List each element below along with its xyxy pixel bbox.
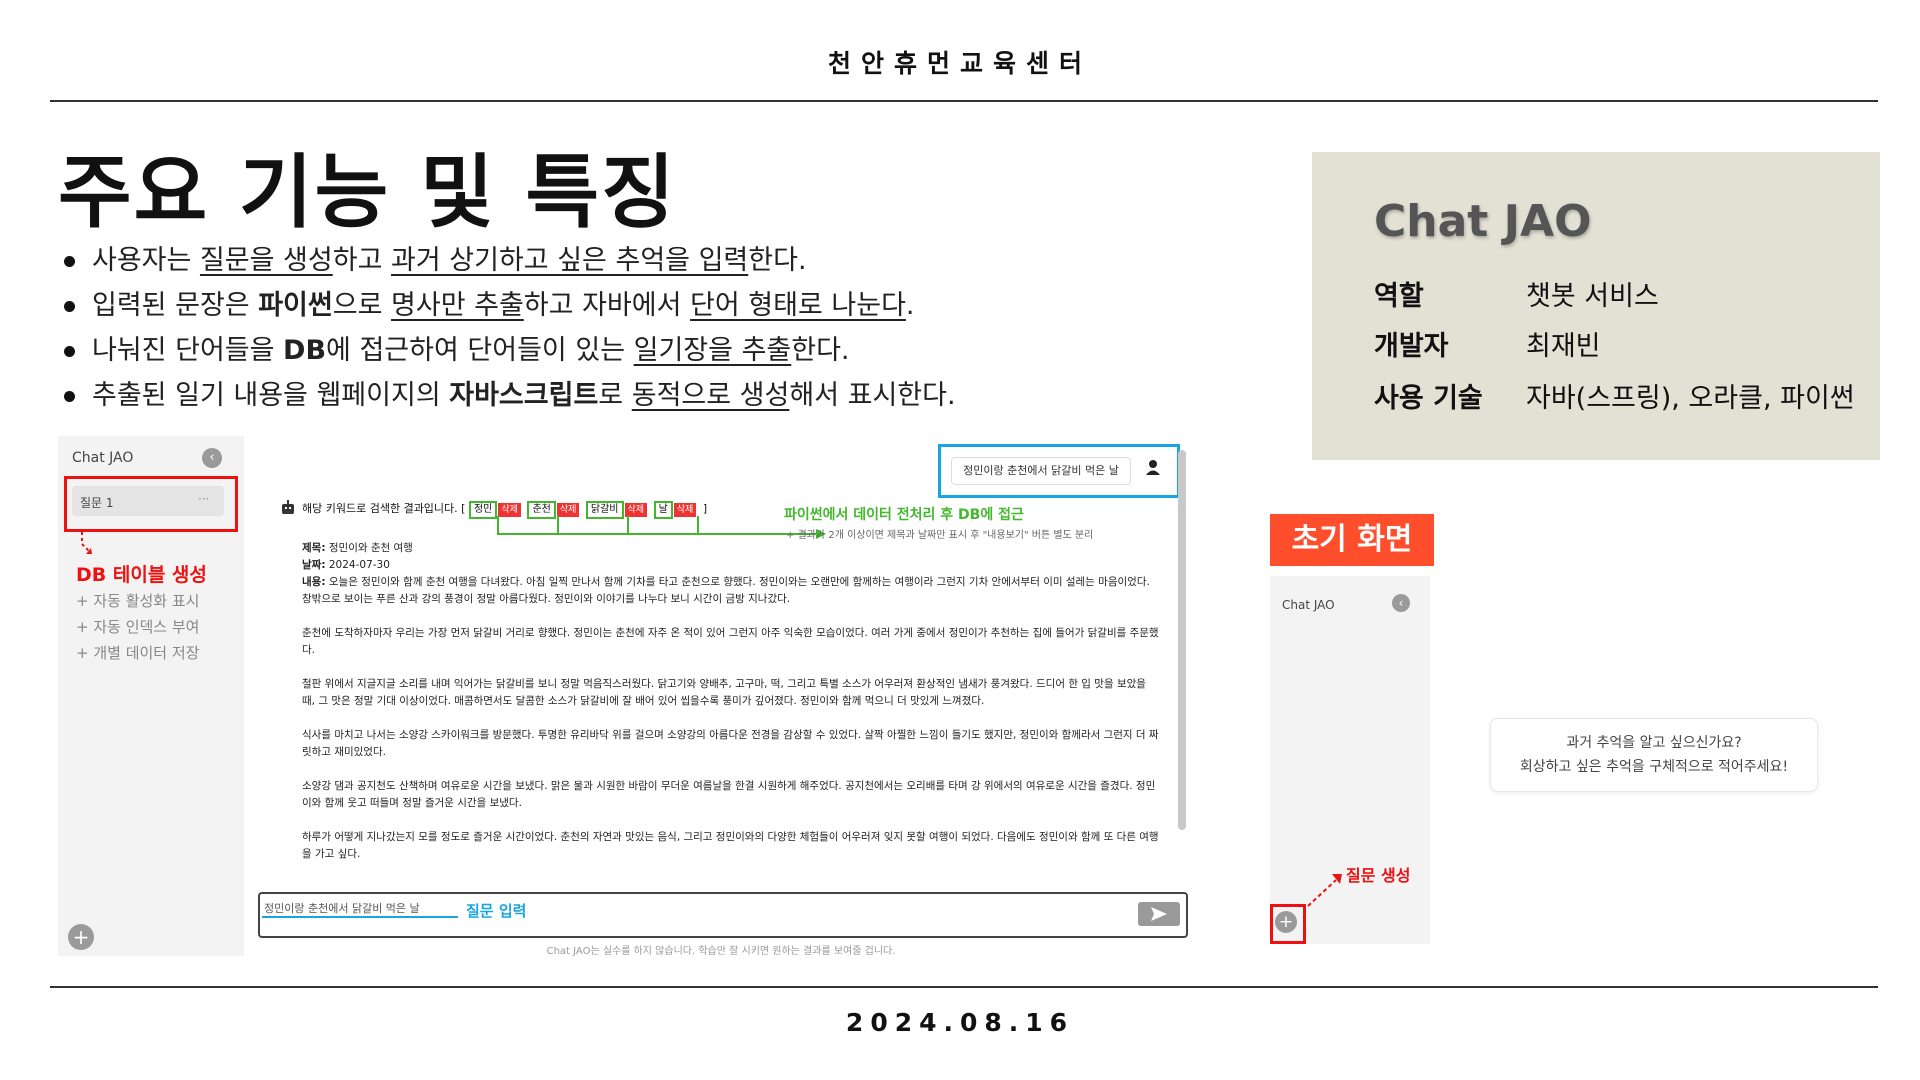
user-message: 정민이랑 춘천에서 닭갈비 먹은 날 [951, 457, 1131, 485]
info-row-tech: 사용 기술 자바(스프링), 오라클, 파이썬 [1374, 383, 1855, 414]
feature-list: 사용자는 질문을 생성하고 과거 상기하고 싶은 추억을 입력한다. 입력된 문… [62, 238, 956, 418]
send-icon [1151, 907, 1167, 921]
sidebar-title: Chat JAO [1282, 598, 1335, 612]
info-title: Chat JAO [1374, 196, 1592, 247]
python-annotation-note: + 결과가 2개 이상이면 제목과 날짜만 표시 후 "내용보기" 버튼 별도 … [786, 530, 1094, 541]
bullet-item: 사용자는 질문을 생성하고 과거 상기하고 싶은 추억을 입력한다. [62, 238, 956, 283]
chevron-left-icon[interactable]: ‹ [1392, 594, 1410, 612]
user-icon [1146, 460, 1160, 475]
bottom-divider [50, 986, 1878, 988]
input-highlight [262, 916, 458, 918]
more-icon: ··· [198, 492, 210, 506]
initial-sidebar: Chat JAO ‹ 질문 생성 + [1270, 576, 1430, 944]
plus-icon[interactable]: + [68, 924, 94, 950]
initial-screen-label: 초기 화면 [1270, 514, 1434, 566]
plus-icon[interactable]: + [1275, 911, 1297, 933]
chat-input-box[interactable]: 정민이랑 춘천에서 닭갈비 먹은 날 질문 입력 [258, 892, 1188, 938]
sidebar-question-item[interactable]: 질문 1 ··· [72, 486, 224, 516]
info-row-developer: 개발자 최재빈 [1374, 331, 1601, 362]
greeting-card: 과거 추억을 알고 싶으신가요? 회상하고 싶은 추억을 구체적으로 적어주세요… [1490, 718, 1818, 792]
chat-input-field[interactable]: 정민이랑 춘천에서 닭갈비 먹은 날 [264, 900, 420, 916]
python-annotation: 파이썬에서 데이터 전처리 후 DB에 접근 [784, 507, 1024, 523]
delete-keyword-button[interactable]: 삭제 [624, 503, 648, 517]
org-header: 천안휴먼교육센터 [827, 49, 1092, 78]
presentation-date: 2024.08.16 [845, 1008, 1075, 1037]
arrow-up-right-icon [1307, 874, 1342, 907]
top-divider [50, 100, 1878, 102]
sidebar-title: Chat JAO [72, 450, 134, 466]
info-row-role: 역할 챗봇 서비스 [1374, 281, 1659, 312]
user-message-box: 정민이랑 춘천에서 닭갈비 먹은 날 [938, 444, 1180, 498]
chevron-left-icon[interactable]: ‹ [202, 448, 222, 468]
create-annotation: 질문 생성 [1346, 866, 1411, 885]
input-annotation: 질문 입력 [466, 902, 527, 920]
delete-keyword-button[interactable]: 삭제 [556, 503, 580, 517]
db-annotation: DB 테이블 생성 [76, 564, 207, 586]
bullet-item: 나눠진 단어들을 DB에 접근하여 단어들이 있는 일기장을 추출한다. [62, 328, 956, 373]
bullet-item: 입력된 문장은 파이썬으로 명사만 추출하고 자바에서 단어 형태로 나눈다. [62, 283, 956, 328]
keyword-bracket-arrow [497, 516, 826, 539]
delete-keyword-button[interactable]: 삭제 [498, 503, 521, 517]
sidebar: Chat JAO ‹ 질문 1 ··· DB 테이블 생성 + 자동 활성화 표… [58, 436, 244, 956]
db-notes: + 자동 활성화 표시 + 자동 인덱스 부여 + 개별 데이터 저장 [76, 592, 200, 662]
chat-result-screenshot: Chat JAO ‹ 질문 1 ··· DB 테이블 생성 + 자동 활성화 표… [58, 436, 1196, 957]
bot-icon [282, 500, 294, 514]
delete-keyword-button[interactable]: 삭제 [673, 503, 697, 517]
project-info-box: Chat JAO 역할 챗봇 서비스 개발자 최재빈 사용 기술 자바(스프링), 오… [1312, 152, 1880, 460]
send-button[interactable] [1138, 902, 1180, 926]
scrollbar[interactable] [1178, 450, 1186, 830]
footer-disclaimer: Chat JAO는 실수를 하지 않습니다. 학습만 잘 시키면 원하는 결과를… [546, 946, 896, 957]
bullet-item: 추출된 일기 내용을 웹페이지의 자바스크립트로 동적으로 생성해서 표시한다. [62, 373, 956, 418]
arrow-down-icon [81, 532, 92, 554]
slide-title: 주요 기능 및 특징 [58, 146, 677, 239]
diary-entry: 제목: 정민이와 춘천 여행 날짜: 2024-07-30 내용: 오늘은 정민… [302, 542, 1159, 860]
